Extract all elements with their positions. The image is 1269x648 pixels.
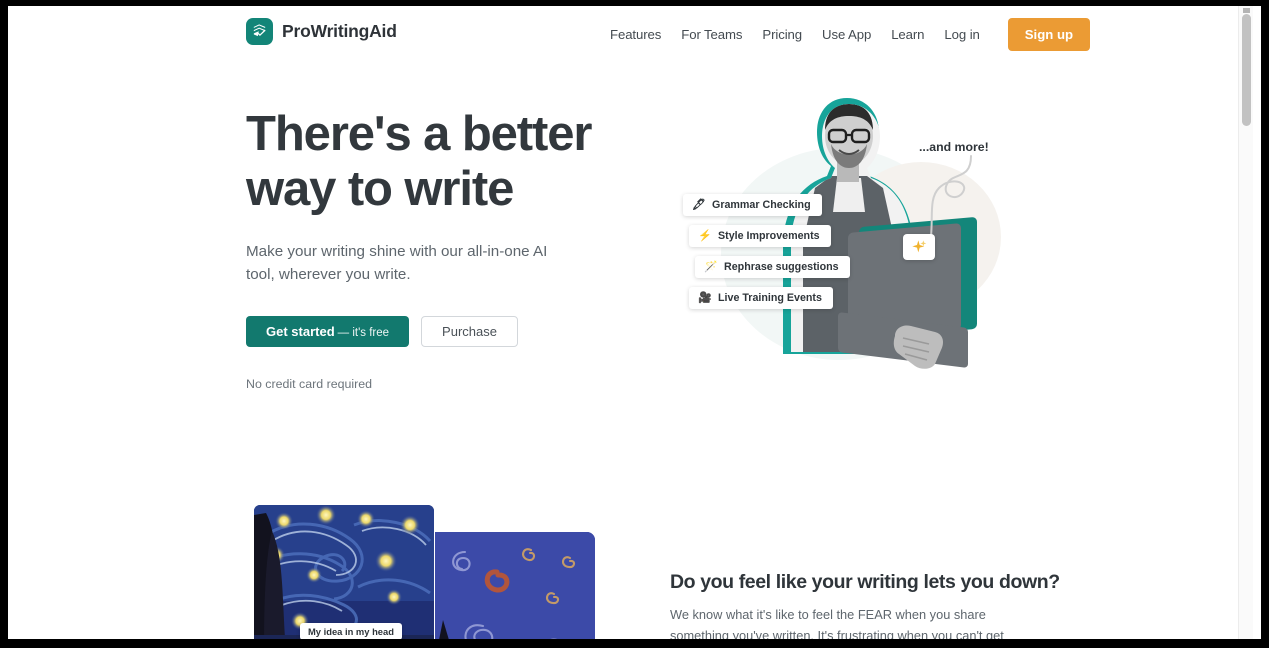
- feature-chip-rephrase-suggestions: 🪄 Rephrase suggestions: [695, 256, 850, 278]
- doodle-card-graphic: [435, 532, 595, 639]
- starry-night-painting: [254, 505, 434, 639]
- brand-name: ProWritingAid: [282, 21, 397, 41]
- site-header: ProWritingAid Features For Teams Pricing…: [8, 6, 1253, 62]
- lightning-bolt-icon: ⚡: [698, 229, 712, 242]
- section2-body: We know what it's like to feel the FEAR …: [670, 607, 1004, 639]
- feature-chip-label: Rephrase suggestions: [724, 261, 839, 273]
- feature-chip-list: 🖋 Grammar Checking ⚡ Style Improvements …: [683, 194, 850, 309]
- get-started-suffix: — it's free: [337, 326, 390, 339]
- feature-chip-label: Grammar Checking: [712, 199, 811, 211]
- hero-title-line-2: way to write: [246, 161, 514, 216]
- page-title: There's a better way to write: [246, 107, 646, 217]
- nav-item-for-teams[interactable]: For Teams: [671, 21, 752, 48]
- section2-copy: Do you feel like your writing lets you d…: [670, 571, 1060, 639]
- page-content: ProWritingAid Features For Teams Pricing…: [8, 6, 1253, 639]
- feature-chip-grammar-checking: 🖋 Grammar Checking: [683, 194, 822, 216]
- hero-copy: There's a better way to write Make your …: [246, 107, 646, 391]
- hero-title-line-1: There's a better: [246, 107, 592, 161]
- magic-wand-icon: 🪄: [704, 260, 718, 273]
- nav-item-pricing[interactable]: Pricing: [752, 21, 812, 48]
- doodle-card: [435, 532, 595, 639]
- get-started-button[interactable]: Get started — it's free: [246, 315, 410, 347]
- main-navigation: Features For Teams Pricing Use App Learn…: [606, 6, 1091, 62]
- brand-logo[interactable]: ProWritingAid: [246, 18, 397, 45]
- nav-item-features[interactable]: Features: [606, 21, 671, 48]
- nav-item-learn[interactable]: Learn: [881, 21, 934, 48]
- no-credit-card-note: No credit card required: [246, 376, 373, 391]
- window-bottom-bar: [0, 639, 1269, 648]
- prowritingaid-logo-icon: [246, 18, 273, 45]
- starry-night-image: [254, 505, 434, 639]
- feather-pen-icon: 🖋: [692, 198, 706, 211]
- my-idea-in-my-head-chip: My idea in my head: [300, 623, 402, 639]
- feature-chip-style-improvements: ⚡ Style Improvements: [689, 225, 831, 247]
- video-camera-icon: 🎥: [698, 291, 712, 304]
- scrollbar-up-arrow[interactable]: [1243, 8, 1250, 13]
- feature-chip-label: Live Training Events: [718, 292, 822, 304]
- browser-screenshot: ProWritingAid Features For Teams Pricing…: [0, 0, 1269, 648]
- hero-illustration: ...and more! 🖋 Grammar Checking ⚡ Style …: [663, 72, 1033, 402]
- sign-up-button[interactable]: Sign up: [1007, 17, 1091, 51]
- feature-chip-label: Style Improvements: [718, 230, 820, 242]
- feature-chip-live-training-events: 🎥 Live Training Events: [689, 287, 833, 309]
- hand-graphic: [893, 325, 943, 369]
- writing-lets-you-down-section: My idea in my head Do you feel like your…: [8, 476, 1253, 639]
- and-more-label: ...and more!: [919, 140, 989, 154]
- webpage: ProWritingAid Features For Teams Pricing…: [8, 6, 1261, 639]
- hero-subtitle: Make your writing shine with our all-in-…: [246, 242, 548, 283]
- get-started-label: Get started: [266, 323, 335, 339]
- hero-cta-group: Get started — it's free Purchase: [246, 315, 646, 347]
- scrollbar-thumb[interactable]: [1242, 14, 1251, 126]
- purchase-button[interactable]: Purchase: [421, 315, 518, 347]
- nav-item-log-in[interactable]: Log in: [934, 21, 989, 48]
- hero-section: There's a better way to write Make your …: [8, 62, 1253, 482]
- page-scrollbar[interactable]: [1238, 6, 1253, 639]
- sparkles-icon: [903, 234, 935, 260]
- nav-item-use-app[interactable]: Use App: [812, 21, 881, 48]
- curly-arrow-icon: [930, 155, 972, 237]
- section2-heading: Do you feel like your writing lets you d…: [670, 571, 1060, 593]
